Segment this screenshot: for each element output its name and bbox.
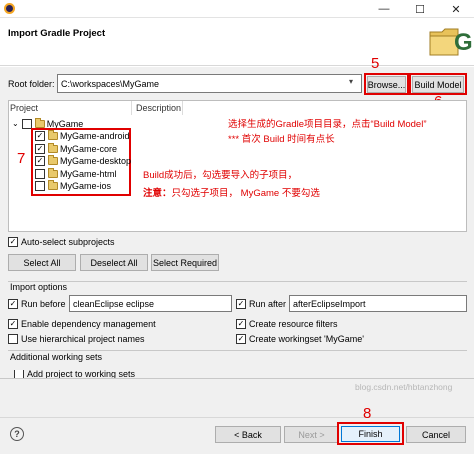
folder-icon — [34, 117, 45, 128]
watermark: blog.csdn.net/hbtanzhong — [355, 382, 453, 392]
tree-root-label: MyGame — [46, 118, 84, 129]
run-before-field[interactable]: cleanEclipse eclipse — [69, 295, 232, 312]
root-folder-value: C:\workspaces\MyGame — [61, 78, 160, 89]
list-item[interactable]: MyGame-html — [35, 167, 131, 181]
chevron-down-icon[interactable]: ▾ — [349, 77, 353, 86]
subproject-label: MyGame-core — [60, 143, 118, 154]
cancel-button[interactable]: Cancel — [406, 426, 466, 443]
deselect-all-button[interactable]: Deselect All — [80, 254, 148, 271]
close-button[interactable]: ✕ — [438, 0, 474, 18]
run-after-label: Run after — [249, 298, 287, 309]
add-to-ws-row[interactable]: Add project to working sets — [14, 370, 135, 378]
folder-icon — [48, 142, 58, 153]
next-button[interactable]: Next > — [284, 426, 339, 443]
annotation-step-7: 7 — [17, 150, 26, 167]
annotation-note-build-model: 选择生成的Gradle项目目录，点击“Build Model” — [228, 119, 427, 130]
root-folder-label: Root folder: — [8, 79, 55, 89]
run-after-field[interactable]: afterEclipseImport — [289, 295, 467, 312]
browse-button[interactable]: Browse... — [367, 76, 406, 93]
annotation-step-5: 5 — [371, 55, 380, 72]
mygame-checkbox[interactable] — [21, 118, 32, 129]
workingset-row[interactable]: ✓ Create workingset 'MyGame' — [236, 333, 364, 344]
annotation-note-first-build: *** 首次 Build 时间有点长 — [228, 134, 335, 145]
dialog-header — [0, 18, 474, 66]
subproject-label: MyGame-desktop — [60, 156, 132, 167]
annotation-warning-text: 只勾选子项目， MyGame 不要勾选 — [171, 188, 320, 199]
import-options-separator — [8, 281, 467, 282]
hierarchical-names-row[interactable]: Use hierarchical project names — [8, 333, 145, 344]
run-before-row[interactable]: ✓ Run before — [8, 298, 66, 309]
finish-button[interactable]: Finish — [341, 426, 400, 442]
annotation-step-8: 8 — [363, 405, 372, 422]
run-before-value: cleanEclipse eclipse — [73, 298, 155, 309]
subproject-checkbox[interactable]: ✓ — [35, 131, 45, 142]
column-divider — [131, 101, 132, 115]
enable-dependency-row[interactable]: ✓ Enable dependency management — [8, 318, 156, 329]
add-to-ws-label: Add project to working sets — [27, 370, 136, 378]
root-folder-combo[interactable]: C:\workspaces\MyGame ▾ — [57, 74, 362, 93]
folder-icon — [48, 155, 58, 166]
list-item[interactable]: ✓ MyGame-core — [35, 142, 131, 156]
workingset-label: Create workingset 'MyGame' — [249, 333, 364, 344]
auto-select-checkbox[interactable]: ✓ — [8, 236, 18, 247]
add-to-ws-checkbox[interactable] — [14, 370, 24, 378]
subproject-checkbox[interactable] — [35, 181, 45, 192]
additional-sets-separator — [8, 350, 467, 351]
folder-icon — [48, 167, 58, 178]
annotation-note-select-subprojects: Build成功后，勾选要导入的子项目， — [143, 170, 298, 181]
dialog-title: Import Gradle Project — [8, 28, 106, 39]
subproject-list: ✓ MyGame-android ✓ MyGame-core ✓ MyGame-… — [35, 130, 131, 193]
chevron-down-icon[interactable]: ⌄ — [12, 119, 19, 128]
select-all-button[interactable]: Select All — [8, 254, 76, 271]
folder-icon — [48, 130, 58, 141]
import-options-label: Import options — [10, 282, 68, 292]
list-item[interactable]: MyGame-ios — [35, 180, 131, 193]
column-divider — [182, 101, 183, 115]
auto-select-row[interactable]: ✓ Auto-select subprojects — [8, 236, 115, 247]
description-column-header[interactable]: Description — [136, 103, 181, 113]
hierarchical-names-label: Use hierarchical project names — [21, 333, 145, 344]
resource-filters-row[interactable]: ✓ Create resource filters — [236, 318, 338, 329]
subproject-label: MyGame-html — [60, 168, 117, 179]
run-after-row[interactable]: ✓ Run after — [236, 298, 286, 309]
list-item[interactable]: ✓ MyGame-android — [35, 130, 131, 143]
eclipse-icon — [4, 3, 15, 14]
auto-select-label: Auto-select subprojects — [21, 236, 115, 247]
resource-filters-label: Create resource filters — [249, 318, 338, 329]
list-item[interactable]: ✓ MyGame-desktop — [35, 155, 131, 168]
subproject-label: MyGame-ios — [60, 181, 112, 192]
back-button[interactable]: < Back — [215, 426, 281, 443]
run-before-label: Run before — [21, 298, 66, 309]
resource-filters-checkbox[interactable]: ✓ — [236, 318, 246, 329]
svg-text:G: G — [454, 29, 472, 56]
workingset-checkbox[interactable]: ✓ — [236, 333, 246, 344]
subproject-checkbox[interactable]: ✓ — [35, 143, 45, 154]
project-column-header[interactable]: Project — [10, 103, 38, 113]
annotation-note-warning: 注意：只勾选子项目， MyGame 不要勾选 — [143, 185, 320, 199]
folder-icon — [48, 180, 58, 191]
additional-sets-label: Additional working sets — [10, 352, 103, 362]
hierarchical-names-checkbox[interactable] — [8, 333, 18, 344]
maximize-button[interactable]: ☐ — [402, 0, 438, 18]
build-model-button[interactable]: Build Model — [412, 76, 464, 93]
annotation-warning-label: 注意： — [143, 188, 172, 199]
subproject-label: MyGame-android — [60, 131, 130, 142]
gradle-folder-icon: G — [428, 22, 473, 58]
select-required-button[interactable]: Select Required — [151, 254, 219, 271]
resize-gripper-line[interactable] — [0, 378, 474, 379]
enable-dependency-label: Enable dependency management — [21, 318, 156, 329]
run-before-checkbox[interactable]: ✓ — [8, 298, 18, 309]
subproject-checkbox[interactable] — [35, 168, 45, 179]
subproject-checkbox[interactable]: ✓ — [35, 156, 45, 167]
run-after-checkbox[interactable]: ✓ — [236, 298, 246, 309]
enable-dependency-checkbox[interactable]: ✓ — [8, 318, 18, 329]
run-after-value: afterEclipseImport — [293, 298, 366, 309]
minimize-button[interactable]: — — [366, 0, 402, 18]
help-icon[interactable]: ? — [10, 427, 24, 441]
